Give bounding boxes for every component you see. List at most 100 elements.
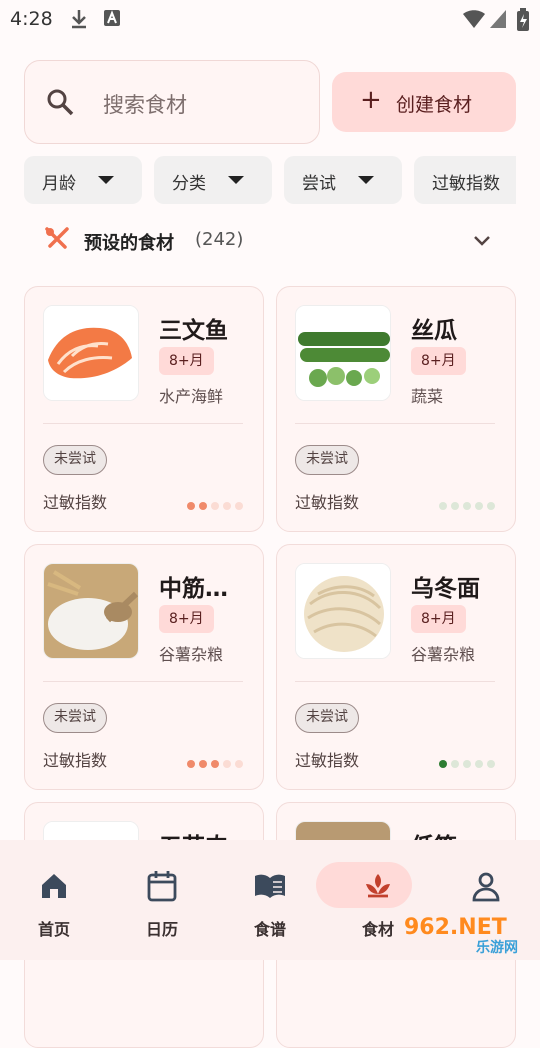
- allergy-label: 过敏指数: [43, 493, 108, 512]
- section-header[interactable]: 预设的食材 (242): [24, 222, 504, 258]
- allergy-dot: [187, 502, 195, 510]
- filter-allergy-label: 过敏指数: [432, 174, 500, 194]
- status-bar: 4:28: [0, 0, 540, 38]
- tried-chip[interactable]: 未尝试: [295, 703, 359, 733]
- book-icon: [255, 874, 285, 898]
- filter-category[interactable]: 分类: [154, 156, 272, 204]
- tab-recipes-label: 食谱: [253, 920, 286, 939]
- filter-tried[interactable]: 尝试: [284, 156, 402, 204]
- create-food-label: 创建食材: [396, 94, 473, 116]
- allergy-dot: [463, 502, 471, 510]
- search-icon: [47, 89, 74, 116]
- signal-icon: [490, 10, 506, 28]
- battery-icon: [517, 8, 529, 31]
- allergy-label: 过敏指数: [43, 751, 108, 770]
- chevron-down-icon[interactable]: [472, 230, 492, 250]
- allergy-dot: [463, 760, 471, 768]
- food-card[interactable]: 中筋… 8+月 谷薯杂粮 未尝试 过敏指数: [24, 544, 264, 790]
- tab-calendar[interactable]: 日历: [108, 840, 216, 960]
- divider: [295, 681, 495, 682]
- filter-bar: 月龄 分类 尝试 过敏指数: [24, 156, 516, 204]
- allergy-dot: [451, 502, 459, 510]
- filter-tried-label: 尝试: [302, 174, 336, 194]
- food-name: 丝瓜: [411, 318, 457, 344]
- age-badge: 8+月: [159, 347, 214, 375]
- food-card[interactable]: 乌冬面 8+月 谷薯杂粮 未尝试 过敏指数: [276, 544, 516, 790]
- caret-down-icon: [228, 176, 244, 184]
- divider: [43, 681, 243, 682]
- food-icon: [366, 874, 390, 898]
- tried-chip[interactable]: 未尝试: [295, 445, 359, 475]
- age-badge: 8+月: [411, 605, 466, 633]
- allergy-dot: [223, 502, 231, 510]
- section-title: 预设的食材: [84, 233, 174, 254]
- calendar-icon: [147, 871, 177, 902]
- allergy-dot: [199, 502, 207, 510]
- caret-down-icon: [98, 176, 114, 184]
- food-card[interactable]: 三文鱼 8+月 水产海鲜 未尝试 过敏指数: [24, 286, 264, 532]
- tab-home-label: 首页: [37, 920, 70, 939]
- allergy-dot: [223, 760, 231, 768]
- udon-image: [295, 563, 391, 659]
- food-category: 谷薯杂粮: [159, 645, 224, 664]
- allergy-dots: [439, 495, 499, 514]
- allergy-dot: [439, 760, 447, 768]
- allergy-dot: [475, 760, 483, 768]
- home-icon: [42, 874, 66, 898]
- watermark-text: 962.NET: [404, 915, 507, 940]
- download-icon: [72, 10, 86, 29]
- food-card[interactable]: 丝瓜 8+月 蔬菜 未尝试 过敏指数: [276, 286, 516, 532]
- food-name: 乌冬面: [411, 576, 480, 602]
- filter-category-label: 分类: [172, 174, 206, 194]
- allergy-dot: [199, 760, 207, 768]
- allergy-label: 过敏指数: [295, 751, 360, 770]
- allergy-dot: [451, 760, 459, 768]
- tab-recipes[interactable]: 食谱: [216, 840, 324, 960]
- fork-knife-icon: [45, 227, 69, 249]
- age-badge: 8+月: [411, 347, 466, 375]
- search-box[interactable]: 搜索食材: [24, 60, 320, 144]
- allergy-dot: [235, 502, 243, 510]
- allergy-dot: [439, 502, 447, 510]
- allergy-dot: [475, 502, 483, 510]
- filter-age[interactable]: 月龄: [24, 156, 142, 204]
- divider: [295, 423, 495, 424]
- watermark-logo: 962.NET 乐游网: [404, 915, 518, 956]
- flour-image: [43, 563, 139, 659]
- filter-allergy[interactable]: 过敏指数: [414, 156, 516, 204]
- divider: [43, 423, 243, 424]
- font-icon: [104, 10, 120, 26]
- allergy-dots: [439, 753, 499, 772]
- food-name: 中筋…: [159, 576, 228, 602]
- salmon-image: [43, 305, 139, 401]
- allergy-dots: [187, 753, 247, 772]
- watermark-subtext: 乐游网: [476, 939, 518, 956]
- allergy-dot: [187, 760, 195, 768]
- loofah-image: [295, 305, 391, 401]
- allergy-dot: [235, 760, 243, 768]
- allergy-label: 过敏指数: [295, 493, 360, 512]
- section-count: (242): [195, 229, 244, 250]
- tab-calendar-label: 日历: [145, 920, 178, 939]
- food-category: 水产海鲜: [159, 387, 224, 406]
- person-icon: [472, 872, 500, 902]
- allergy-dot: [487, 760, 495, 768]
- food-name: 三文鱼: [159, 318, 228, 344]
- allergy-dot: [211, 760, 219, 768]
- allergy-dot: [211, 502, 219, 510]
- wifi-icon: [463, 10, 485, 28]
- status-time: 4:28: [10, 8, 53, 30]
- food-category: 谷薯杂粮: [411, 645, 476, 664]
- food-category: 蔬菜: [411, 387, 444, 406]
- plus-icon: +: [360, 85, 382, 115]
- search-placeholder: 搜索食材: [103, 93, 187, 117]
- filter-age-label: 月龄: [42, 174, 76, 194]
- create-food-button[interactable]: + 创建食材: [332, 72, 516, 132]
- allergy-dot: [487, 502, 495, 510]
- tried-chip[interactable]: 未尝试: [43, 445, 107, 475]
- tab-home[interactable]: 首页: [0, 840, 108, 960]
- tried-chip[interactable]: 未尝试: [43, 703, 107, 733]
- age-badge: 8+月: [159, 605, 214, 633]
- allergy-dots: [187, 495, 247, 514]
- caret-down-icon: [358, 176, 374, 184]
